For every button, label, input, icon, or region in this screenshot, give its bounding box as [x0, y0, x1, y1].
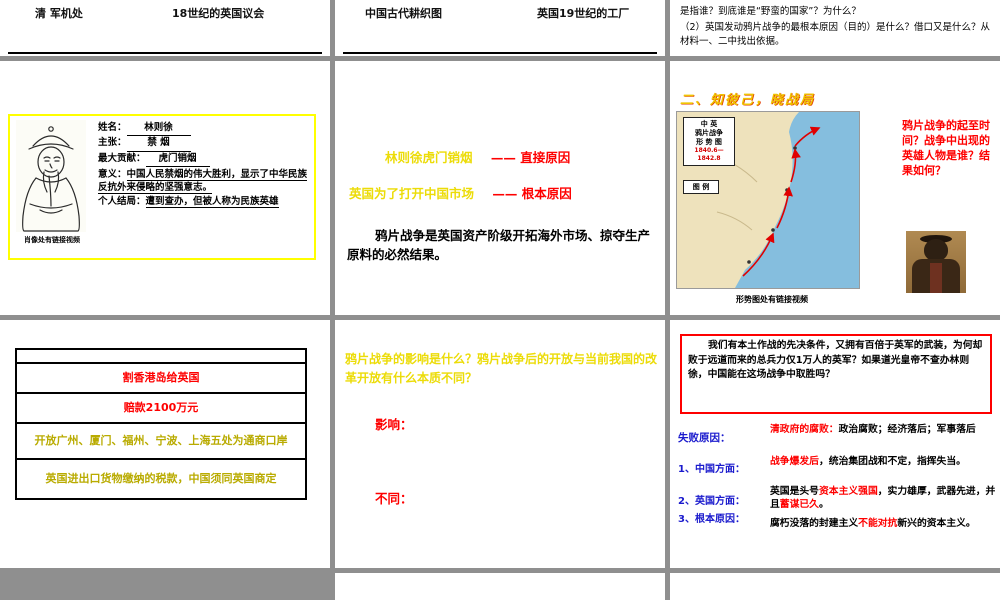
direct-cause-line: 林则徐虎门销烟 —— 直接原因 [385, 147, 570, 166]
reason-highlight: 资本主义强国 [819, 486, 878, 497]
map-video-caption: 形势图处有链接视频 [736, 294, 808, 305]
war-question-text: 鸦片战争的起至时间？战争中出现的英雄人物是谁？结果如何？ [902, 119, 996, 178]
field-label: 姓名： [98, 122, 127, 133]
field-value: 遭到查办，但被人称为民族英雄 [146, 196, 279, 208]
field-value: 禁 烟 [127, 136, 191, 151]
reason-text: 政治腐败；经济落后；军事落后 [839, 424, 976, 435]
conclusion-text: 鸦片战争是英国资产阶级开拓海外市场、掠夺生产原料的必然结果。 [347, 226, 655, 265]
photo-robe [930, 263, 942, 293]
historical-figure-photo [906, 231, 966, 293]
reason-highlight: 不能对抗 [858, 518, 897, 529]
fail-item-britain: 2、英国方面： [678, 492, 745, 507]
reason-text: 英国是头号 [770, 486, 819, 497]
reason-indecision: 战争爆发后，统治集团战和不定，指挥失当。 [770, 456, 996, 469]
treaty-row-indemnity: 赔款2100万元 [17, 394, 305, 424]
question-text: 是指谁？到底谁是“野蛮的国家”？为什么？ [680, 3, 996, 17]
map-title-line: 鸦片战争 [684, 129, 734, 138]
treaty-row-header [17, 350, 305, 364]
map-dates: 1840.6—1842.8 [684, 147, 734, 163]
field-ending: 个人结局：遭到查办，但被人称为民族英雄 [98, 196, 310, 209]
direct-cause-fact: 林则徐虎门销烟 [385, 150, 473, 165]
image-caption: 清 军机处 [35, 5, 83, 21]
field-contribution: 最大贡献：虎门销烟 [98, 152, 310, 167]
slide-thumbnail-top-left[interactable]: 清 军机处 18世纪的英国议会 [0, 0, 330, 56]
direct-cause-label: —— 直接原因 [491, 150, 570, 165]
field-label: 个人结局： [98, 196, 146, 207]
linzexu-fields: 姓名：林则徐 主张：禁 烟 最大贡献：虎门销烟 意义：中国人民禁烟的伟大胜利，显… [98, 121, 310, 209]
root-cause-fact: 英国为了打开中国市场 [349, 186, 474, 201]
map-legend-box: 图 例 [683, 180, 719, 194]
slide-thumbnail-linzexu[interactable]: 肖像处有链接视频 姓名：林则徐 主张：禁 烟 最大贡献：虎门销烟 意义：中国人民… [0, 61, 330, 315]
defeat-question-box: 我们有本土作战的先决条件，又拥有百倍于英军的武装，为何却败于远道而来的总兵力仅1… [680, 334, 992, 414]
field-name: 姓名：林则徐 [98, 121, 310, 136]
linzexu-portrait-video-link[interactable] [16, 120, 86, 232]
slide-thumbnail-top-right[interactable]: 是指谁？到底谁是“野蛮的国家”？为什么？ （2）英国发动鸦片战争的最根本原因（目… [670, 0, 1000, 56]
field-meaning: 意义：中国人民禁烟的伟大胜利，显示了中华民族反抗外来侵略的坚强意志。 [98, 169, 310, 195]
treaty-row-tariff: 英国进出口货物缴纳的税款，中国须同英国商定 [17, 460, 305, 498]
field-label: 最大贡献： [98, 153, 146, 164]
field-value: 中国人民禁烟的伟大胜利，显示了中华民族反抗外来侵略的坚强意志。 [98, 169, 307, 194]
linzexu-profile-box: 肖像处有链接视频 姓名：林则徐 主张：禁 烟 最大贡献：虎门销烟 意义：中国人民… [8, 114, 316, 260]
reason-highlight: 蓄谋已久 [780, 499, 819, 510]
treaty-row-cession: 割香港岛给英国 [17, 364, 305, 394]
reason-text: ，统治集团战和不定，指挥失当。 [819, 456, 966, 467]
fail-item-root: 3、根本原因： [678, 510, 745, 525]
image-caption: 英国19世纪的工厂 [537, 5, 629, 21]
field-value: 虎门销烟 [146, 152, 210, 167]
reason-britain-strength: 英国是头号资本主义强国，实力雄厚，武器先进，并且蓄谋已久。 [770, 486, 996, 512]
fail-item-china: 1、中国方面： [678, 460, 745, 475]
slide-divider-line [8, 52, 322, 54]
reason-text: 新兴的资本主义。 [897, 518, 975, 529]
reason-highlight: 战争爆发后 [770, 456, 819, 467]
root-cause-line: 英国为了打开中国市场 —— 根本原因 [349, 183, 572, 202]
fail-reason-label: 失败原因： [678, 430, 731, 445]
map-title-box: 中 英 鸦片战争 形 势 图 1840.6—1842.8 [683, 117, 735, 166]
reason-corruption: 清政府的腐败：政治腐败；经济落后；军事落后 [770, 424, 996, 437]
reason-text: 。 [819, 499, 829, 510]
slide-thumbnail-influence[interactable]: 鸦片战争的影响是什么？鸦片战争后的开放与当前我国的改革开放有什么本质不同？ 影响… [335, 320, 665, 568]
treaty-table: 割香港岛给英国 赔款2100万元 开放广州、厦门、福州、宁波、上海五处为通商口岸… [15, 348, 307, 500]
reason-highlight: 清政府的腐败： [770, 424, 839, 435]
section-title: 二、知彼己，晓战局 [680, 89, 815, 108]
field-value: 林则徐 [127, 121, 191, 136]
slide-thumbnail-next-middle[interactable] [335, 573, 665, 600]
image-caption: 18世纪的英国议会 [172, 5, 264, 21]
linzexu-portrait-drawing [16, 120, 86, 232]
field-label: 主张： [98, 137, 127, 148]
slide-thumbnail-top-middle[interactable]: 中国古代耕织图 英国19世纪的工厂 [335, 0, 665, 56]
reason-feudalism: 腐朽没落的封建主义不能对抗新兴的资本主义。 [770, 518, 996, 531]
treaty-row-ports: 开放广州、厦门、福州、宁波、上海五处为通商口岸 [17, 424, 305, 460]
influence-label: 影响： [375, 414, 413, 433]
slide-thumbnail-defeat-reasons[interactable]: 我们有本土作战的先决条件，又拥有百倍于英军的武装，为何却败于远道而来的总兵力仅1… [670, 320, 1000, 568]
war-map-video-link[interactable]: 中 英 鸦片战争 形 势 图 1840.6—1842.8 图 例 [676, 111, 860, 289]
photo-head [924, 239, 948, 261]
slide-thumbnail-treaty[interactable]: 割香港岛给英国 赔款2100万元 开放广州、厦门、福州、宁波、上海五处为通商口岸… [0, 320, 330, 568]
image-caption: 中国古代耕织图 [365, 5, 442, 21]
question-text: （2）英国发动鸦片战争的最根本原因（目的）是什么？借口又是什么？从材料一、二中找… [680, 21, 996, 50]
portrait-video-caption: 肖像处有链接视频 [10, 235, 94, 245]
field-label: 意义： [98, 169, 127, 180]
field-claim: 主张：禁 烟 [98, 136, 310, 151]
difference-label: 不同： [375, 488, 413, 507]
influence-question: 鸦片战争的影响是什么？鸦片战争后的开放与当前我国的改革开放有什么本质不同？ [345, 350, 657, 388]
slide-sorter-grid: 清 军机处 18世纪的英国议会 中国古代耕织图 英国19世纪的工厂 是指谁？到底… [0, 0, 1000, 600]
slide-thumbnail-next-right[interactable] [670, 573, 1000, 600]
slide-thumbnail-warmap[interactable]: 二、知彼己，晓战局 中 英 [670, 61, 1000, 315]
slide-divider-line [343, 52, 657, 54]
map-title-line: 形 势 图 [684, 138, 734, 147]
slide-thumbnail-causes[interactable]: 林则徐虎门销烟 —— 直接原因 英国为了打开中国市场 —— 根本原因 鸦片战争是… [335, 61, 665, 315]
reason-text: 腐朽没落的封建主义 [770, 518, 858, 529]
root-cause-label: —— 根本原因 [492, 186, 571, 201]
map-title-line: 中 英 [684, 120, 734, 129]
